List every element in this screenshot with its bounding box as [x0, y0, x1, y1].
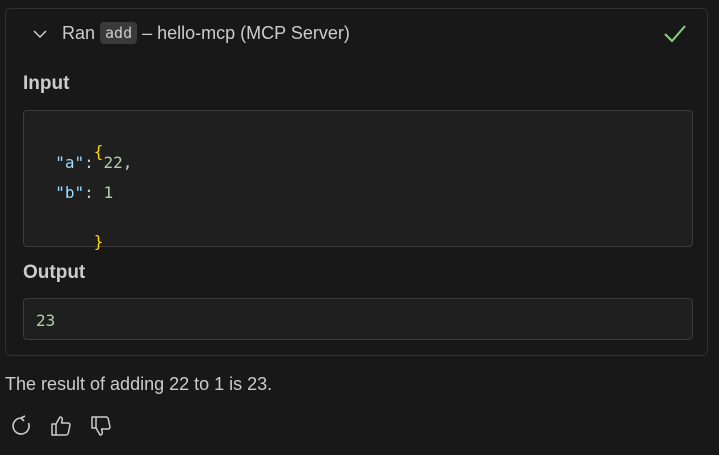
param-b-key: "b" [55, 183, 85, 202]
code-line: "a": 22, [55, 153, 133, 172]
assistant-message: The result of adding 22 to 1 is 23. [5, 374, 273, 394]
input-label: Input [23, 73, 70, 94]
param-a-value: 22 [103, 153, 123, 172]
tool-call-header[interactable]: Ran add – hello-mcp (MCP Server) [6, 9, 707, 57]
retry-button[interactable] [8, 413, 34, 439]
output-label: Output [23, 262, 86, 283]
server-label: – hello-mcp (MCP Server) [142, 22, 350, 43]
tool-name-chip: add [100, 22, 138, 44]
output-code-box: 23 [23, 298, 693, 340]
thumbs-down-button[interactable] [88, 413, 114, 439]
param-b-value: 1 [103, 183, 114, 202]
response-actions [8, 413, 114, 439]
param-a-key: "a" [55, 153, 85, 172]
check-icon [664, 25, 686, 43]
close-brace: } [93, 232, 104, 251]
tool-call-title: Ran add – hello-mcp (MCP Server) [62, 22, 350, 44]
thumbs-up-icon [51, 416, 71, 436]
chevron-down-icon[interactable] [32, 26, 48, 42]
input-code-box: { "a": 22, "b": 1 } [23, 110, 693, 251]
output-value: 23 [36, 311, 56, 330]
thumbs-up-button[interactable] [48, 413, 74, 439]
retry-icon [12, 415, 30, 435]
code-line: "b": 1 [55, 183, 114, 202]
tool-call-card: Ran add – hello-mcp (MCP Server) Input {… [5, 8, 708, 356]
ran-label: Ran [62, 22, 96, 43]
thumbs-down-icon [91, 416, 111, 436]
